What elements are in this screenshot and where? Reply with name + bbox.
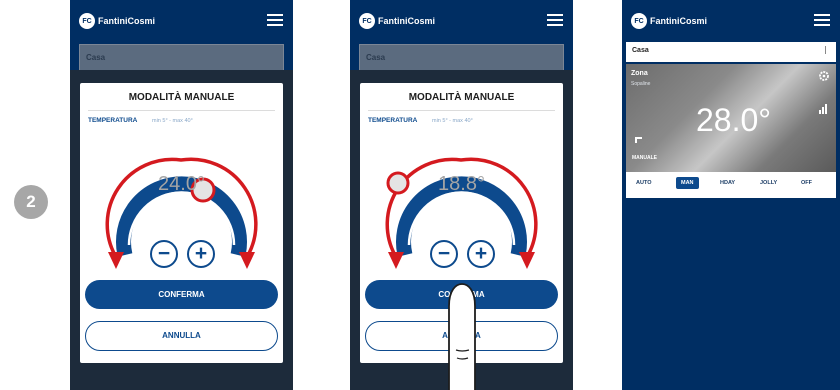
dropdown-icon bbox=[825, 46, 830, 54]
cancel-button[interactable]: ANNULLA bbox=[85, 321, 278, 351]
step-number-badge: 2 bbox=[14, 185, 48, 219]
finger-pointer-icon bbox=[448, 283, 476, 390]
zone-card[interactable]: Zona Sopaline 28.0° MANUALE bbox=[626, 64, 836, 172]
mode-man[interactable]: MAN bbox=[676, 177, 699, 189]
dialog-title: MODALITÀ MANUALE bbox=[408, 92, 515, 103]
temperature-dial[interactable] bbox=[80, 123, 283, 283]
plus-icon[interactable]: + bbox=[187, 240, 215, 268]
mode-bar: AUTO MAN HDAY JOLLY OFF bbox=[626, 172, 836, 198]
mode-auto[interactable]: AUTO bbox=[636, 180, 651, 186]
tap-icon bbox=[635, 137, 642, 143]
logo-mark: FC bbox=[359, 13, 375, 29]
logo-mark: FC bbox=[631, 13, 647, 29]
phone-screen-2: FC FantiniCosmi Casa MODALITÀ MANUALE TE… bbox=[350, 0, 573, 390]
setpoint-value: 18.8° bbox=[438, 173, 485, 195]
phone-screen-3: FC FantiniCosmi Casa Zona Sopaline 28.0°… bbox=[622, 0, 840, 390]
app-header: FC FantiniCosmi bbox=[70, 0, 293, 44]
dialog-title: MODALITÀ MANUALE bbox=[128, 92, 235, 103]
app-header: FC FantiniCosmi bbox=[350, 0, 573, 44]
manual-mode-dialog: MODALITÀ MANUALE TEMPERATURA min 5° - ma… bbox=[80, 83, 283, 363]
plus-icon[interactable]: + bbox=[467, 240, 495, 268]
red-arrow-head-left bbox=[108, 252, 124, 269]
location-selector[interactable]: Casa bbox=[359, 44, 564, 72]
minus-icon[interactable]: − bbox=[150, 240, 178, 268]
red-arrow-head-left bbox=[388, 252, 404, 269]
signal-icon bbox=[819, 104, 827, 114]
red-arrow-head bbox=[239, 252, 255, 269]
location-label: Casa bbox=[632, 47, 649, 54]
confirm-button[interactable]: CONFERMA bbox=[85, 280, 278, 309]
title-divider bbox=[368, 110, 555, 111]
red-arrow-head bbox=[519, 252, 535, 269]
menu-icon[interactable] bbox=[814, 14, 830, 26]
temperature-dial[interactable] bbox=[360, 123, 563, 283]
mode-off[interactable]: OFF bbox=[801, 180, 812, 186]
location-selector[interactable]: Casa bbox=[79, 44, 284, 72]
title-divider bbox=[88, 110, 275, 111]
zone-name: Zona bbox=[631, 70, 648, 77]
zone-temperature: 28.0° bbox=[696, 102, 772, 138]
location-selector[interactable]: Casa bbox=[626, 42, 836, 62]
brand-logo: FC FantiniCosmi bbox=[359, 13, 435, 29]
menu-icon[interactable] bbox=[547, 14, 563, 26]
phone-screen-1: FC FantiniCosmi Casa MODALITÀ MANUALE TE… bbox=[70, 0, 293, 390]
brand-name: FantiniCosmi bbox=[650, 16, 708, 26]
brand-logo: FC FantiniCosmi bbox=[79, 13, 155, 29]
brand-logo: FC FantiniCosmi bbox=[631, 13, 707, 29]
brand-name: FantiniCosmi bbox=[98, 16, 156, 26]
logo-mark: FC bbox=[79, 13, 95, 29]
app-header: FC FantiniCosmi bbox=[622, 0, 840, 44]
location-label: Casa bbox=[86, 53, 106, 62]
mode-hday[interactable]: HDAY bbox=[720, 180, 735, 186]
brand-name: FantiniCosmi bbox=[378, 16, 436, 26]
zone-mode: MANUALE bbox=[632, 155, 657, 161]
minus-icon[interactable]: − bbox=[430, 240, 458, 268]
mode-jolly[interactable]: JOLLY bbox=[760, 180, 777, 186]
zone-subtitle: Sopaline bbox=[631, 81, 651, 87]
menu-icon[interactable] bbox=[267, 14, 283, 26]
location-label: Casa bbox=[366, 53, 386, 62]
setpoint-value: 24.0° bbox=[158, 173, 205, 195]
gear-icon[interactable] bbox=[818, 70, 830, 82]
